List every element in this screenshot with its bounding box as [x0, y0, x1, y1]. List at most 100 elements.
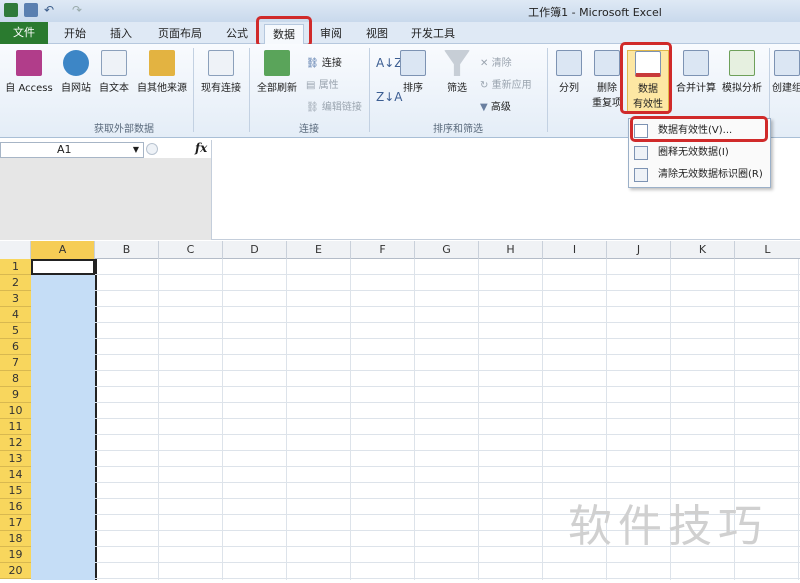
row-header-17[interactable]: 17: [0, 515, 31, 531]
chevron-down-icon[interactable]: ▼: [133, 143, 139, 157]
properties-button[interactable]: ▤ 属性: [306, 76, 339, 91]
title-bar: ↶ ↷ 工作簿1 - Microsoft Excel: [0, 0, 800, 22]
advanced-button[interactable]: ▼ 高级: [480, 98, 511, 113]
what-if-analysis-button[interactable]: 模拟分析: [718, 50, 766, 94]
save-icon[interactable]: [24, 3, 38, 17]
row-header-19[interactable]: 19: [0, 547, 31, 563]
globe-icon: [63, 50, 89, 76]
refresh-all-button[interactable]: 全部刷新: [254, 50, 300, 94]
row-header-1[interactable]: 1: [0, 259, 31, 275]
existing-connections-button[interactable]: 现有连接: [197, 50, 245, 94]
column-header-f[interactable]: F: [351, 241, 415, 259]
connections-button[interactable]: ⛓ 连接: [306, 54, 342, 69]
advanced-filter-icon: ▼: [480, 102, 488, 113]
row-gridline: [95, 450, 800, 451]
column-header-e[interactable]: E: [287, 241, 351, 259]
tab-review[interactable]: 审阅: [314, 24, 348, 44]
row-gridline: [95, 370, 800, 371]
row-header-3[interactable]: 3: [0, 291, 31, 307]
column-header-a[interactable]: A: [31, 241, 95, 259]
tab-page-layout[interactable]: 页面布局: [150, 24, 210, 44]
tab-insert[interactable]: 插入: [104, 24, 138, 44]
link-icon: ⛓: [306, 58, 319, 69]
column-gridline: [350, 259, 351, 580]
column-header-h[interactable]: H: [479, 241, 543, 259]
row-header-15[interactable]: 15: [0, 483, 31, 499]
selected-column-a[interactable]: [31, 259, 95, 580]
row-header-8[interactable]: 8: [0, 371, 31, 387]
selection-border: [95, 259, 97, 580]
column-header-row: A B C D E F G H I J K L: [0, 241, 800, 259]
excel-logo-icon: [4, 3, 18, 17]
group-label-external-data: 获取外部数据: [94, 124, 154, 135]
redo-icon[interactable]: ↷: [72, 3, 86, 17]
consolidate-button[interactable]: 合并计算: [675, 50, 717, 94]
row-header-2[interactable]: 2: [0, 275, 31, 291]
column-gridline: [222, 259, 223, 580]
row-header-9[interactable]: 9: [0, 387, 31, 403]
column-header-c[interactable]: C: [159, 241, 223, 259]
text-to-columns-button[interactable]: 分列: [552, 50, 586, 94]
from-other-sources-button[interactable]: 自其他来源: [134, 50, 190, 94]
sort-icon: [400, 50, 426, 76]
column-header-g[interactable]: G: [415, 241, 479, 259]
row-header-7[interactable]: 7: [0, 355, 31, 371]
column-header-k[interactable]: K: [671, 241, 735, 259]
row-gridline: [95, 306, 800, 307]
clear-button[interactable]: ✕ 清除: [480, 54, 512, 69]
row-header-10[interactable]: 10: [0, 403, 31, 419]
row-header-12[interactable]: 12: [0, 435, 31, 451]
text-file-icon: [101, 50, 127, 76]
column-gridline: [286, 259, 287, 580]
menu-item-clear-circles[interactable]: 清除无效数据标识圈(R): [629, 165, 770, 185]
row-header-11[interactable]: 11: [0, 419, 31, 435]
tab-file[interactable]: 文件: [0, 22, 48, 44]
clear-filter-icon: ✕: [480, 58, 489, 69]
row-gridline: [95, 322, 800, 323]
from-text-button[interactable]: 自文本: [96, 50, 132, 94]
row-gridline: [95, 578, 800, 579]
properties-icon: ▤: [306, 80, 316, 91]
create-group-button[interactable]: 创建组: [772, 50, 800, 94]
row-header-13[interactable]: 13: [0, 451, 31, 467]
row-gridline: [95, 386, 800, 387]
database-icon: [149, 50, 175, 76]
row-header-16[interactable]: 16: [0, 499, 31, 515]
column-header-d[interactable]: D: [223, 241, 287, 259]
group-icon: [774, 50, 800, 76]
undo-icon[interactable]: ↶: [44, 3, 58, 17]
select-all-corner[interactable]: [0, 241, 31, 259]
name-box[interactable]: A1 ▼: [0, 142, 144, 158]
sort-button[interactable]: 排序: [398, 50, 428, 94]
tab-formulas[interactable]: 公式: [220, 24, 254, 44]
filter-button[interactable]: 筛选: [440, 50, 474, 94]
reapply-button[interactable]: ↻ 重新应用: [480, 76, 532, 91]
from-web-button[interactable]: 自网站: [58, 50, 94, 94]
row-header-20[interactable]: 20: [0, 563, 31, 579]
tab-developer[interactable]: 开发工具: [404, 24, 462, 44]
row-header-18[interactable]: 18: [0, 531, 31, 547]
column-header-b[interactable]: B: [95, 241, 159, 259]
row-gridline: [95, 482, 800, 483]
from-access-button[interactable]: 自 Access: [2, 50, 56, 94]
edit-links-button[interactable]: ⛓ 编辑链接: [306, 98, 362, 113]
remove-duplicates-button[interactable]: 删除 重复项: [590, 50, 624, 109]
tab-home[interactable]: 开始: [58, 24, 92, 44]
column-header-j[interactable]: J: [607, 241, 671, 259]
row-header-4[interactable]: 4: [0, 307, 31, 323]
name-box-splitter[interactable]: [146, 143, 158, 155]
watermark-text: 软件技巧: [568, 501, 768, 552]
insert-function-icon[interactable]: fx: [195, 141, 207, 155]
row-header-14[interactable]: 14: [0, 467, 31, 483]
formula-bar-collapsed-area: [0, 158, 212, 240]
menu-item-circle-invalid[interactable]: 圈释无效数据(I): [629, 143, 770, 163]
tab-view[interactable]: 视图: [360, 24, 394, 44]
column-header-l[interactable]: L: [735, 241, 800, 259]
row-header-6[interactable]: 6: [0, 339, 31, 355]
group-label-connections: 连接: [299, 124, 319, 135]
connections-file-icon: [208, 50, 234, 76]
reapply-icon: ↻: [480, 80, 489, 91]
active-cell-a1[interactable]: [31, 259, 95, 275]
row-header-5[interactable]: 5: [0, 323, 31, 339]
column-header-i[interactable]: I: [543, 241, 607, 259]
